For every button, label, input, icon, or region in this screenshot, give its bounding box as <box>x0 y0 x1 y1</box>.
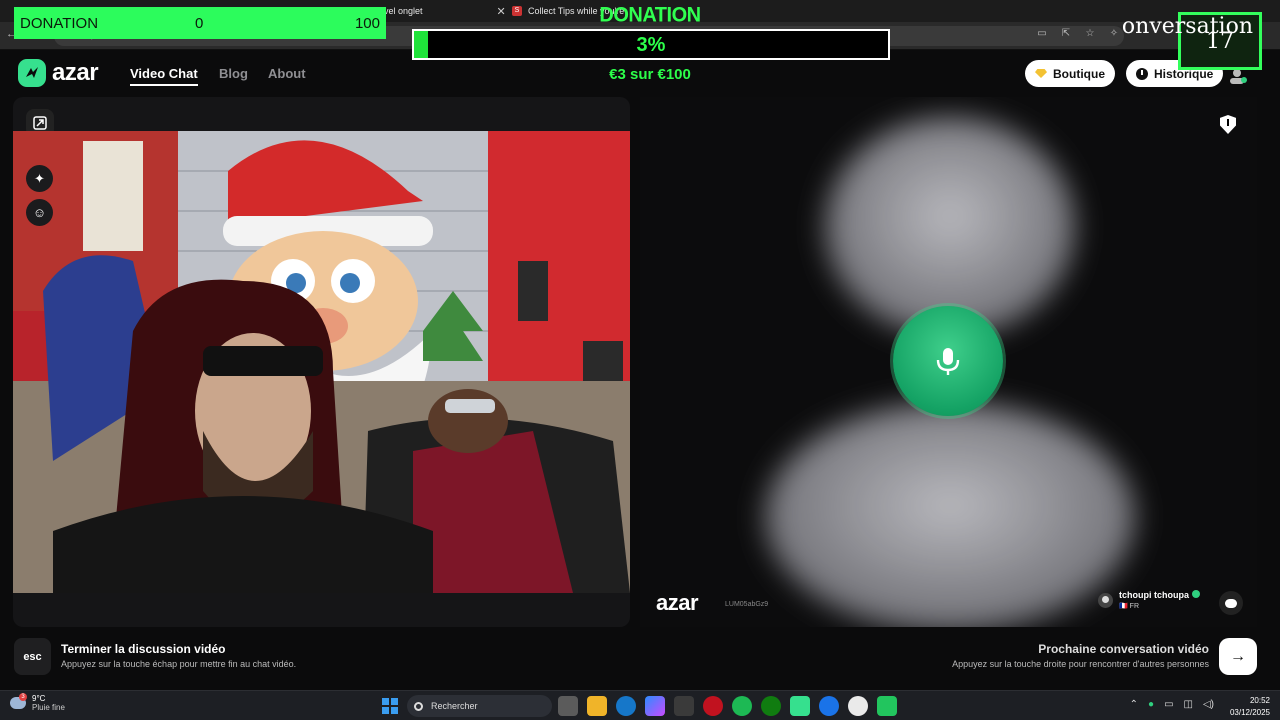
donation-min: 0 <box>195 14 204 32</box>
next-chat-title: Prochaine conversation vidéo <box>1038 642 1209 656</box>
end-chat-hint: Appuyez sur la touche échap pour mettre … <box>61 659 297 669</box>
shield-exclamation <box>1227 119 1229 126</box>
esc-key-button[interactable]: esc <box>14 638 51 675</box>
search-placeholder: Rechercher <box>431 701 478 711</box>
tab-close-icon[interactable]: ✕ <box>497 5 506 18</box>
taskbar-apps <box>558 696 897 716</box>
partner-avatar <box>1098 592 1113 608</box>
open-external-icon[interactable]: ⇱ <box>1060 28 1072 39</box>
xbox-icon[interactable] <box>761 696 781 716</box>
nav-about[interactable]: About <box>268 66 306 81</box>
chrome-icon[interactable] <box>848 696 868 716</box>
microphone-button[interactable] <box>893 306 1003 416</box>
weather-widget[interactable]: 3 9°C Pluie fine <box>10 693 65 712</box>
remote-video-panel: azar LUM05abGz9 tchoupi tchoupa 🇫🇷 FR <box>640 97 1257 627</box>
c-app-icon[interactable] <box>819 696 839 716</box>
end-chat-title: Terminer la discussion vidéo <box>61 642 226 656</box>
url-actions: ▭ ⇱ ☆ ✧ <box>1036 28 1120 39</box>
search-icon <box>414 701 423 711</box>
clock-date: 03/12/2025 <box>1229 708 1270 717</box>
donation-goal-percent: 3% <box>636 34 666 56</box>
next-arrow-button[interactable]: → <box>1219 638 1257 675</box>
network-icon[interactable]: ◫ <box>1184 699 1193 710</box>
volume-icon[interactable]: ◁) <box>1203 699 1214 710</box>
edge-icon[interactable] <box>616 696 636 716</box>
extensions-icon[interactable]: ✧ <box>1108 28 1120 39</box>
clock-icon <box>1136 67 1148 80</box>
donation-counter-bar: DONATION 0 100 <box>14 7 386 39</box>
azar-logo-text: azar <box>52 59 99 86</box>
next-chat-hint: Appuyez sur la touche droite pour rencon… <box>952 659 1209 669</box>
green-app-icon[interactable] <box>877 696 897 716</box>
mic-tray-icon[interactable]: ● <box>1148 699 1154 710</box>
azar-logo[interactable]: azar <box>18 59 99 87</box>
display-icon[interactable]: ▭ <box>1164 699 1173 710</box>
donation-max: 100 <box>354 14 380 32</box>
sticker-face-icon[interactable]: ☺ <box>26 199 53 226</box>
session-id: LUM05abGz9 <box>725 601 769 608</box>
browser-tab[interactable]: vel onglet ✕ <box>384 0 506 22</box>
spotify-icon[interactable] <box>732 696 752 716</box>
chat-bubble-icon <box>1225 598 1237 608</box>
system-tray: ⌃ ● ▭ ◫ ◁) <box>1130 699 1214 710</box>
tab-title: vel onglet <box>384 6 423 16</box>
partner-country: 🇫🇷 FR <box>1119 603 1140 610</box>
windows-taskbar: 3 9°C Pluie fine Rechercher ⌃ ● ▭ ◫ ◁) 2… <box>0 690 1280 720</box>
weather-description: Pluie fine <box>32 703 65 712</box>
file-explorer-icon[interactable] <box>587 696 607 716</box>
self-video-panel: ✦ ☺ <box>13 97 630 627</box>
clock-time: 20:52 <box>1249 696 1270 705</box>
donation-goal-progress: 3% <box>412 29 890 60</box>
verified-badge-icon <box>1192 590 1200 598</box>
donation-label: DONATION <box>20 14 99 32</box>
chat-bubble-button[interactable] <box>1219 591 1243 615</box>
copilot-icon[interactable] <box>645 696 665 716</box>
chevron-up-icon[interactable]: ⌃ <box>1130 699 1138 710</box>
effects-sparkle-icon[interactable]: ✦ <box>26 165 53 192</box>
tab-favicon: S <box>512 6 522 16</box>
temperature: 9°C <box>32 694 46 703</box>
star-icon[interactable]: ☆ <box>1084 28 1096 39</box>
gem-icon <box>1035 69 1047 78</box>
red-app-icon[interactable] <box>703 696 723 716</box>
boutique-label: Boutique <box>1053 66 1105 81</box>
task-view-icon[interactable] <box>558 696 578 716</box>
taskbar-search[interactable]: Rechercher <box>407 695 552 717</box>
windows-start-icon[interactable] <box>382 698 398 714</box>
boutique-button[interactable]: Boutique <box>1025 60 1115 87</box>
azar-watermark: azar <box>656 590 699 615</box>
store-icon[interactable] <box>674 696 694 716</box>
azar-page: azar Video Chat Blog About Boutique Hist… <box>0 50 1280 690</box>
self-camera-feed <box>13 131 630 593</box>
camera-image <box>13 131 630 593</box>
user-avatar-icon[interactable] <box>1228 68 1248 84</box>
nav-video-chat[interactable]: Video Chat <box>130 66 198 86</box>
partner-info[interactable]: tchoupi tchoupa 🇫🇷 FR <box>1098 590 1200 610</box>
microphone-icon <box>936 348 960 375</box>
timer-sub-text: onversation <box>1121 14 1253 39</box>
azar-logo-icon <box>18 59 46 87</box>
nav-blog[interactable]: Blog <box>219 66 248 81</box>
weather-badge: 3 <box>19 693 27 701</box>
azar-app-icon[interactable] <box>790 696 810 716</box>
donation-goal-title: DONATION <box>599 3 701 27</box>
rain-cloud-icon: 3 <box>10 693 27 709</box>
donation-goal-amount: €3 sur €100 <box>609 66 691 83</box>
countdown-timer: 17 onversation <box>1122 12 1262 70</box>
partner-name: tchoupi tchoupa <box>1119 590 1200 600</box>
system-clock[interactable]: 20:52 03/12/2025 <box>1230 695 1270 719</box>
cast-icon[interactable]: ▭ <box>1036 28 1048 39</box>
